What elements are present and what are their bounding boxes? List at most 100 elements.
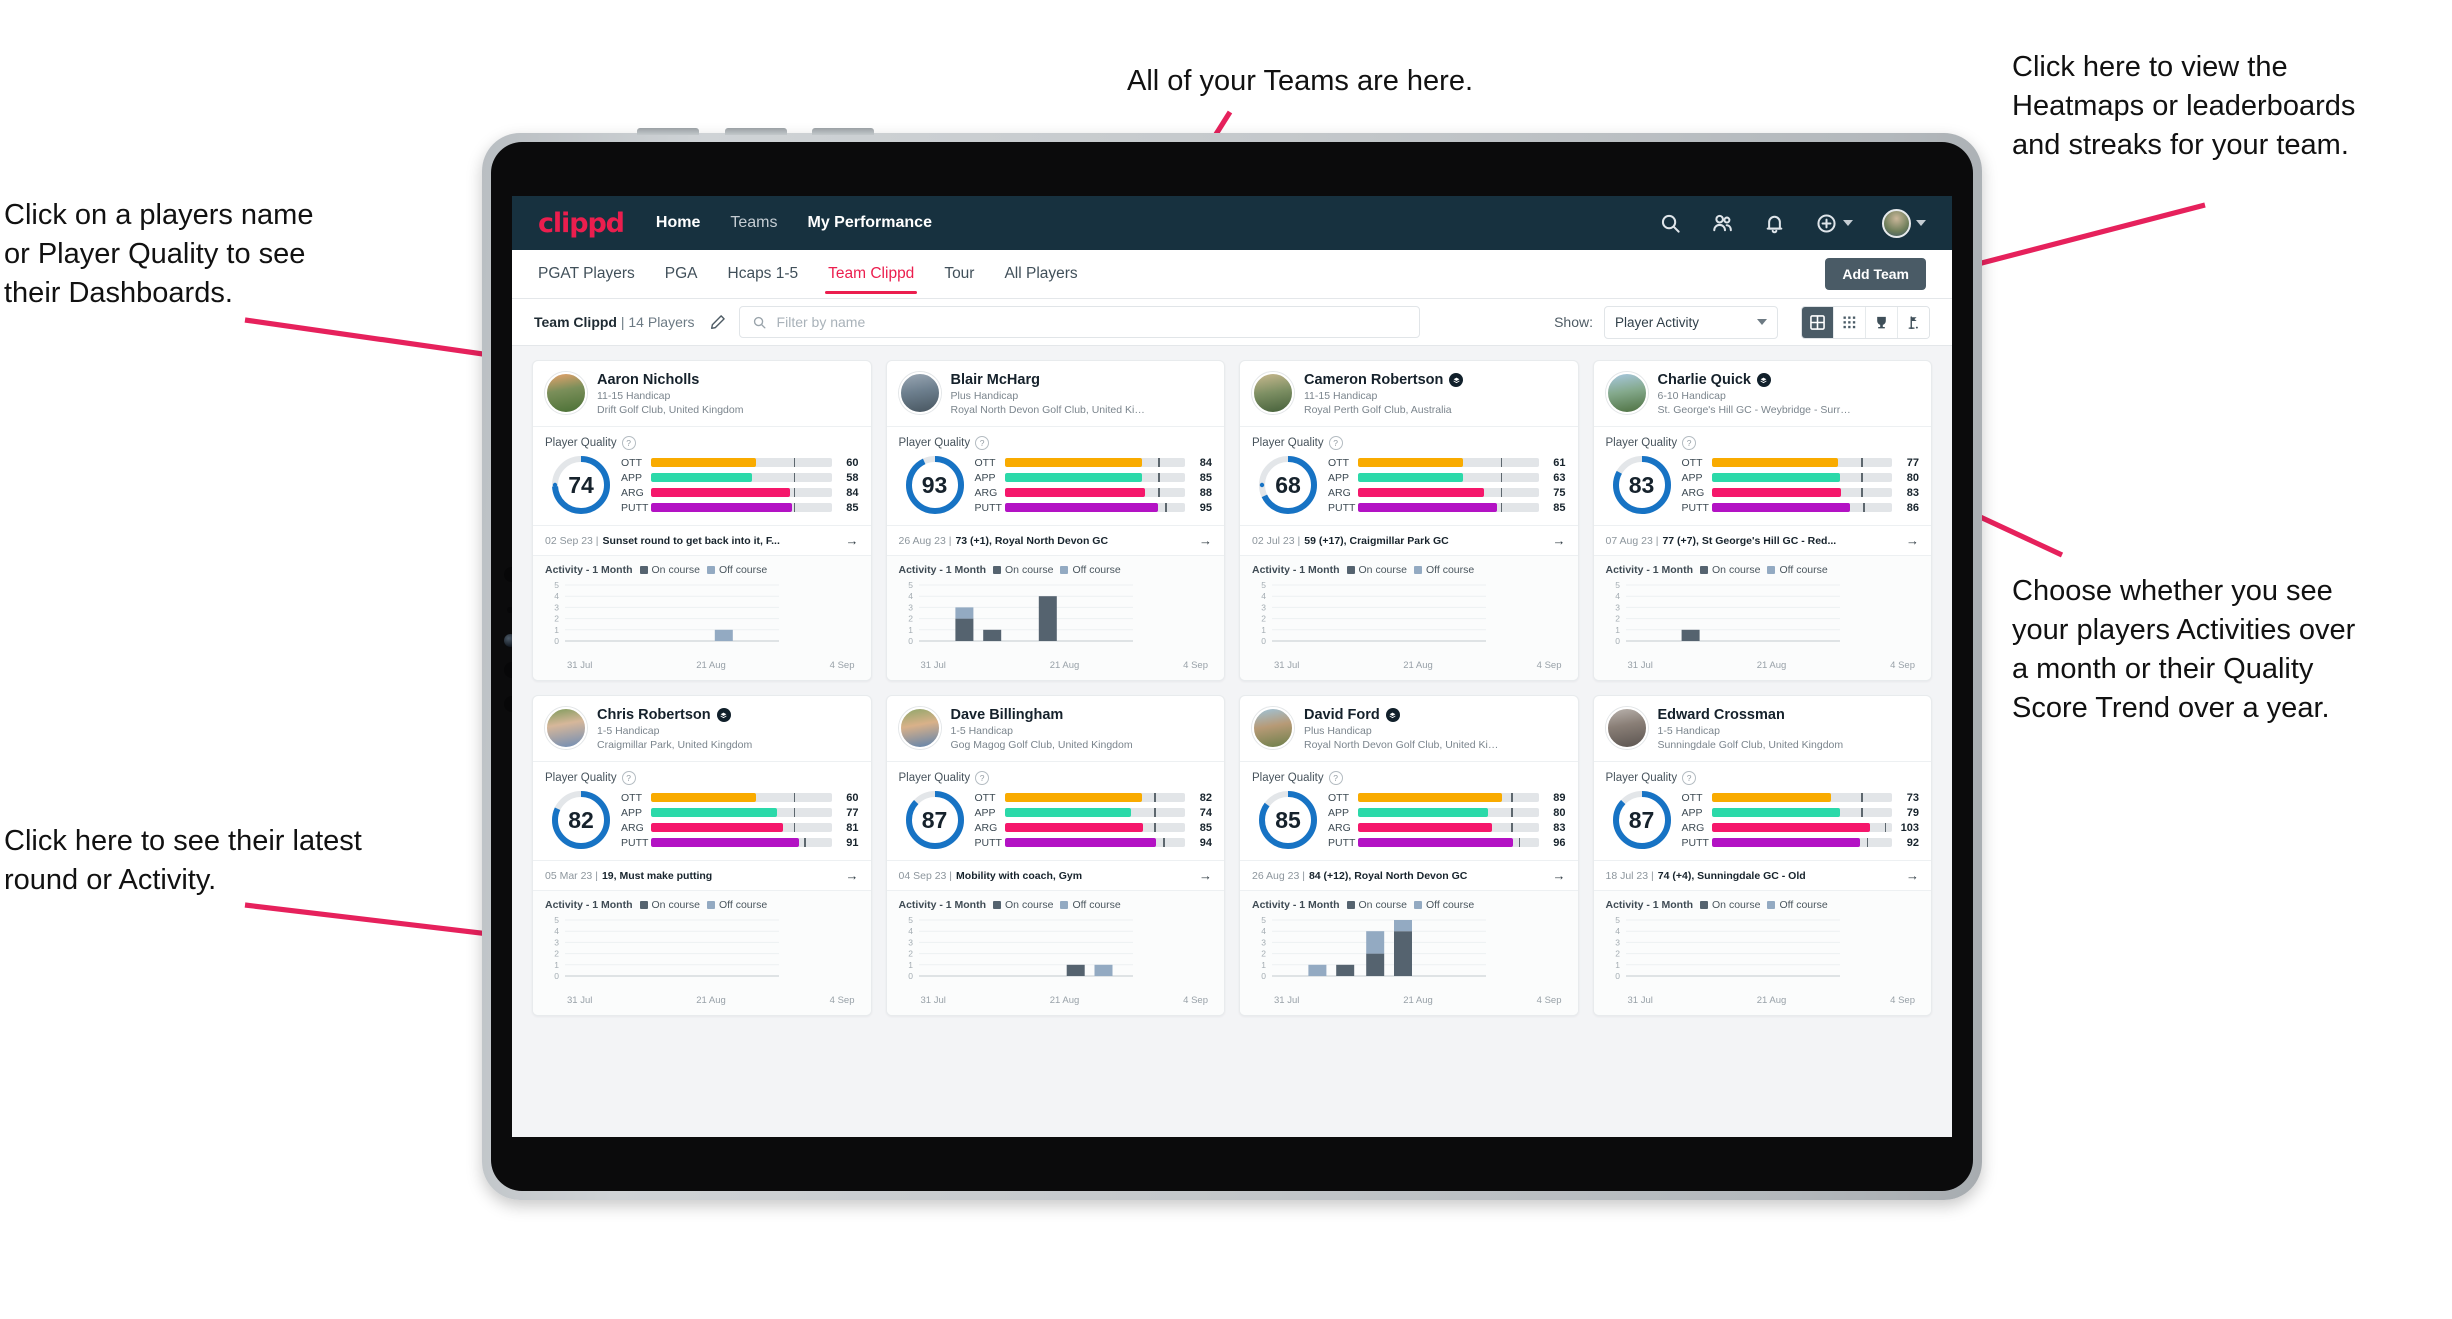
tab-pgat-players[interactable]: PGAT Players — [538, 252, 635, 296]
latest-round-date: 02 Sep 23 — [545, 534, 593, 547]
tablet-button-2[interactable] — [725, 128, 787, 135]
player-card[interactable]: Cameron Robertson 11-15 Handicap Royal Per… — [1239, 360, 1579, 681]
add-menu-button[interactable] — [1815, 212, 1853, 235]
grid-view-icon[interactable] — [1802, 306, 1834, 338]
arrow-right-icon[interactable]: → — [1898, 533, 1919, 548]
nav-link-my-performance[interactable]: My Performance — [807, 214, 932, 232]
tablet-button-1[interactable] — [637, 128, 699, 135]
player-identity: Dave Billingham 1-5 Handicap Gog Magog Gol… — [951, 707, 1133, 751]
tab-all-players[interactable]: All Players — [1004, 252, 1077, 296]
player-card[interactable]: Chris Robertson 1-5 Handicap Craigmillar P… — [532, 695, 872, 1016]
chevron-down-icon[interactable] — [1916, 220, 1926, 226]
metric-label: APP — [974, 806, 996, 819]
player-card[interactable]: Dave Billingham 1-5 Handicap Gog Magog Gol… — [885, 695, 1225, 1016]
player-quality-section[interactable]: Player Quality? 85 OTT 89 APP 80 ARG 83 PUTT 96 — [1240, 762, 1578, 861]
help-icon[interactable]: ? — [1682, 771, 1697, 785]
add-team-button[interactable]: Add Team — [1825, 258, 1926, 290]
player-quality-section[interactable]: Player Quality? 93 OTT 84 APP 85 ARG 88 PUTT 95 — [886, 427, 1224, 526]
latest-round-row[interactable]: 26 Aug 23 | 73 (+1), Royal North Devon GC… — [886, 526, 1224, 556]
bell-icon[interactable] — [1763, 212, 1786, 235]
tab-team-clippd[interactable]: Team Clippd — [825, 252, 918, 296]
player-quality-section[interactable]: Player Quality? 82 OTT 60 APP 77 ARG 81 PUTT 91 — [533, 762, 871, 861]
player-name[interactable]: Dave Billingham — [951, 707, 1133, 723]
metric-label: OTT — [974, 456, 996, 469]
player-card[interactable]: Blair McHarg Plus Handicap Royal North Dev… — [885, 360, 1225, 681]
help-icon[interactable]: ? — [1328, 771, 1343, 785]
heatmap-view-icon[interactable] — [1834, 306, 1866, 338]
account-menu-button[interactable] — [1882, 208, 1926, 238]
nav-link-teams[interactable]: Teams — [730, 214, 777, 232]
edit-pencil-icon[interactable] — [709, 313, 727, 331]
arrow-right-icon[interactable]: → — [838, 868, 859, 883]
player-quality-section[interactable]: Player Quality? 83 OTT 77 APP 80 ARG 83 PUTT 86 — [1593, 427, 1931, 526]
latest-round-text: 73 (+1), Royal North Devon GC — [955, 534, 1109, 547]
people-icon[interactable] — [1711, 212, 1734, 235]
latest-round-row[interactable]: 05 Mar 23 | 19, Must make putting → — [533, 861, 871, 891]
arrow-right-icon[interactable]: → — [1191, 868, 1212, 883]
player-name[interactable]: Cameron Robertson — [1304, 372, 1464, 388]
player-quality-title: Player Quality — [1252, 437, 1324, 449]
player-name[interactable]: Blair McHarg — [951, 372, 1147, 388]
player-name[interactable]: Chris Robertson — [597, 707, 752, 723]
svg-text:3: 3 — [1615, 937, 1620, 947]
metric-label: OTT — [621, 791, 642, 804]
help-icon[interactable]: ? — [975, 436, 990, 450]
player-card[interactable]: Aaron Nicholls 11-15 Handicap Drift Golf C… — [532, 360, 872, 681]
search-icon[interactable] — [1659, 212, 1682, 235]
latest-round-row[interactable]: 04 Sep 23 | Mobility with coach, Gym → — [886, 861, 1224, 891]
latest-round-row[interactable]: 26 Aug 23 | 84 (+12), Royal North Devon G… — [1240, 861, 1578, 891]
player-quality-section[interactable]: Player Quality? 74 OTT 60 APP 58 ARG 84 PUTT 85 — [533, 427, 871, 526]
arrow-right-icon[interactable]: → — [838, 533, 859, 548]
latest-round-separator: | — [945, 534, 952, 547]
tab-tour[interactable]: Tour — [944, 252, 974, 296]
flag-view-icon[interactable] — [1898, 306, 1929, 338]
player-handicap: 1-5 Handicap — [597, 725, 660, 737]
arrow-right-icon[interactable]: → — [1545, 533, 1566, 548]
nav-link-home[interactable]: Home — [656, 214, 700, 232]
arrow-right-icon[interactable]: → — [1191, 533, 1212, 548]
player-card[interactable]: David Ford Plus Handicap Royal North Devon… — [1239, 695, 1579, 1016]
tablet-button-3[interactable] — [812, 128, 874, 135]
player-name[interactable]: David Ford — [1304, 707, 1500, 723]
metric-label: APP — [1328, 471, 1350, 484]
help-icon[interactable]: ? — [621, 436, 636, 450]
help-icon[interactable]: ? — [975, 771, 990, 785]
player-name[interactable]: Charlie Quick — [1658, 372, 1854, 388]
latest-round-row[interactable]: 07 Aug 23 | 77 (+7), St George's Hill GC … — [1593, 526, 1931, 556]
trophy-view-icon[interactable] — [1866, 306, 1898, 338]
avatar[interactable] — [1882, 208, 1911, 238]
legend-swatch-on-course — [639, 566, 648, 574]
metric-bar-fill — [1711, 808, 1840, 817]
tab-pga[interactable]: PGA — [665, 252, 698, 296]
player-name[interactable]: Edward Crossman — [1658, 707, 1844, 723]
player-quality-section[interactable]: Player Quality? 87 OTT 82 APP 74 ARG 85 PUTT 94 — [886, 762, 1224, 861]
metric-bar-track — [1004, 838, 1185, 847]
player-quality-title: Player Quality — [1605, 437, 1678, 449]
show-select[interactable]: Player Activity — [1604, 305, 1778, 339]
latest-round-row[interactable]: 18 Jul 23 | 74 (+4), Sunningdale GC - Old… — [1593, 861, 1931, 891]
help-icon[interactable]: ? — [1682, 436, 1697, 450]
annotation-player-names: Click on a players name or Player Qualit… — [4, 199, 314, 309]
clippd-logo[interactable]: clippd — [538, 208, 625, 239]
arrow-right-icon[interactable]: → — [1898, 868, 1919, 883]
player-card-header: Cameron Robertson 11-15 Handicap Royal Per… — [1240, 361, 1578, 427]
player-card[interactable]: Charlie Quick 6-10 Handicap St. George's H… — [1592, 360, 1932, 681]
player-quality-section[interactable]: Player Quality? 87 OTT 73 APP 79 ARG 103 PUTT 92 — [1593, 762, 1931, 861]
player-name[interactable]: Aaron Nicholls — [597, 372, 743, 388]
help-icon[interactable]: ? — [621, 771, 636, 785]
player-quality-section[interactable]: Player Quality? 68 OTT 61 APP 63 ARG 75 PUTT 85 — [1240, 427, 1578, 526]
player-card[interactable]: Edward Crossman 1-5 Handicap Sunningdale G… — [1592, 695, 1932, 1016]
arrow-right-icon[interactable]: → — [1545, 868, 1566, 883]
search-input[interactable]: Filter by name — [738, 306, 1420, 338]
activity-x-axis: 31 Jul 21 Aug 4 Sep — [1252, 992, 1566, 1006]
latest-round-row[interactable]: 02 Jul 23 | 59 (+17), Craigmillar Park GC… — [1240, 526, 1578, 556]
tab-hcaps-1-5[interactable]: Hcaps 1-5 — [728, 252, 799, 296]
plus-circle-icon[interactable] — [1815, 212, 1838, 235]
metric-label: ARG — [1681, 486, 1705, 499]
latest-round-text: Mobility with coach, Gym — [956, 869, 1083, 882]
help-icon[interactable]: ? — [1328, 436, 1343, 450]
chevron-down-icon[interactable] — [1843, 220, 1853, 226]
activity-title: Activity - 1 Month — [1605, 899, 1694, 911]
latest-round-row[interactable]: 02 Sep 23 | Sunset round to get back into… — [533, 526, 871, 556]
metric-bar-tick — [1500, 488, 1503, 497]
